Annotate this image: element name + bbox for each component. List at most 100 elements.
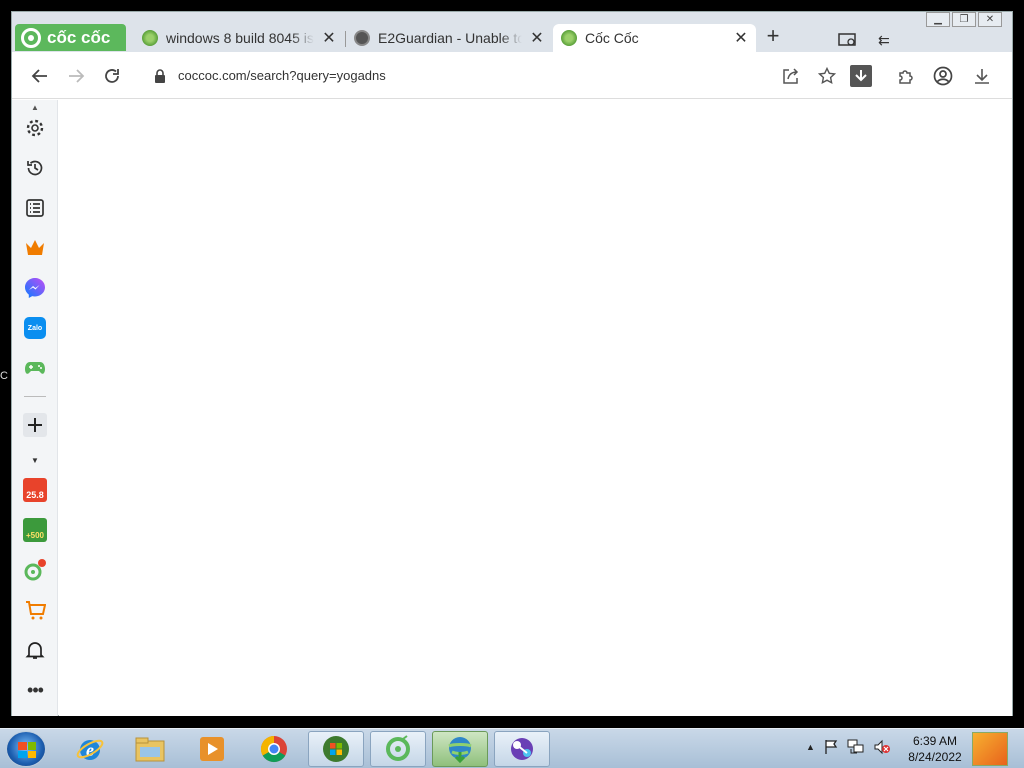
arrow-left-icon[interactable]: ⇇ [878,32,890,49]
minimize-button[interactable]: ▁ [926,12,950,27]
page-content [59,100,1012,716]
settings-button[interactable] [23,116,47,140]
sale-button[interactable]: 25.8 [23,478,47,502]
tab-title: windows 8 build 8045 is [166,30,314,46]
clock-time: 6:39 AM [912,734,958,748]
back-button[interactable] [28,64,52,88]
download-arrow-icon [855,70,867,82]
tab-strip: cốc cốc windows 8 build 8045 is ✕ E2Guar… [12,12,1012,52]
download-manager-icon [448,737,472,764]
taskbar-file-explorer[interactable] [122,731,178,767]
reload-icon [105,69,119,83]
coccoc-logo-icon [21,27,41,48]
taskbar-media-player[interactable] [184,731,240,767]
account-icon [933,66,953,86]
taskbar-internet-explorer[interactable]: e [62,731,118,767]
share-button[interactable] [779,64,803,88]
shopping-bag-icon: 25.8 [23,478,47,502]
network-tool-icon [511,738,533,760]
downloads-button[interactable] [970,64,994,88]
taskbar-coccoc[interactable] [370,731,426,767]
show-desktop-button[interactable] [972,732,1008,766]
shopping-button[interactable] [23,598,47,622]
coins-badge: +500 [25,531,45,540]
download-icon [975,69,989,84]
games-button[interactable] [23,356,47,380]
cart-icon [26,601,46,620]
tab-search-icon[interactable] [838,33,858,47]
windows-logo-icon [18,742,36,758]
crown-icon [26,240,44,255]
lock-icon[interactable] [148,64,172,88]
tab-title: Cốc Cốc [585,30,639,46]
expand-down-icon[interactable]: ▼ [23,454,47,466]
zalo-button[interactable]: Zalo [23,316,47,340]
taskbar-windows-app[interactable] [308,731,364,767]
brand-label: cốc cốc [47,27,111,47]
reading-list-button[interactable] [23,196,47,220]
coins-button[interactable]: +500 [23,518,47,542]
profile-button[interactable] [931,64,955,88]
extensions-button[interactable] [894,64,918,88]
plus-icon [28,418,42,432]
volume-muted-icon[interactable] [873,739,891,755]
show-hidden-icons-button[interactable]: ▲ [806,742,815,752]
coins-icon: +500 [23,518,47,542]
zalo-icon: Zalo [24,317,46,339]
arrow-left-icon [31,69,47,83]
zalo-label: Zalo [27,324,43,332]
sidebar: ▲ Zalo ▼ 25.8 +500 ••• [12,100,58,716]
gear-icon [26,119,44,137]
address-bar[interactable]: coccoc.com/search?query=yogadns [142,60,747,91]
tab-e2guardian[interactable]: E2Guardian - Unable to ✕ [346,24,552,52]
list-icon [26,199,44,217]
desktop: C cốc cốc windows 8 build 8045 is ✕ E2Gu… [0,0,1024,768]
forward-button[interactable] [64,64,88,88]
coccoc-leaf-icon [561,30,577,46]
browser-window: cốc cốc windows 8 build 8045 is ✕ E2Guar… [11,11,1013,716]
bell-icon [25,642,45,659]
new-tab-button[interactable]: + [762,25,784,48]
scroll-up-icon[interactable]: ▲ [23,102,47,112]
start-button[interactable] [6,731,46,767]
taskbar-utility-app[interactable] [494,731,550,767]
maximize-button[interactable]: ❐ [952,12,976,27]
network-icon[interactable] [847,739,865,755]
tab-coccoc[interactable]: Cốc Cốc ✕ [553,24,756,52]
chrome-icon [260,735,287,763]
clock-date: 8/24/2022 [908,750,962,764]
taskbar-internet-download-manager[interactable] [432,731,488,767]
crown-button[interactable] [23,236,47,260]
coccoc-menu-button[interactable]: cốc cốc [15,24,126,51]
close-icon[interactable]: ✕ [528,29,546,47]
internet-explorer-icon: e [76,739,104,760]
close-icon[interactable]: ✕ [732,29,750,47]
coccoc-news-button[interactable] [23,558,47,582]
system-tray: ▲ [806,739,891,755]
action-center-flag-icon[interactable] [823,739,839,755]
puzzle-icon [899,70,913,84]
coccoc-icon [386,735,410,761]
notifications-button[interactable] [23,638,47,662]
tab-windows8[interactable]: windows 8 build 8045 is ✕ [134,24,344,52]
history-button[interactable] [23,156,47,180]
more-icon[interactable]: ••• [23,678,47,702]
bookmark-button[interactable] [815,64,839,88]
url-text[interactable]: coccoc.com/search?query=yogadns [178,68,386,83]
add-sidebar-item-button[interactable] [23,413,47,437]
sidebar-divider [24,396,46,397]
messenger-button[interactable] [23,276,47,300]
tab-title: E2Guardian - Unable to [378,30,522,46]
taskbar-chrome[interactable] [246,731,302,767]
history-icon [27,160,43,176]
star-icon [818,67,836,85]
windows-orb-icon [323,736,349,762]
reload-button[interactable] [100,64,124,88]
globe-icon [354,30,370,46]
close-icon[interactable]: ✕ [320,29,338,47]
sale-badge: 25.8 [26,490,44,500]
savior-download-button[interactable] [850,65,872,87]
desktop-edge-text: C [0,370,8,382]
close-window-button[interactable]: ✕ [978,12,1002,27]
clock[interactable]: 6:39 AM 8/24/2022 [905,733,965,765]
